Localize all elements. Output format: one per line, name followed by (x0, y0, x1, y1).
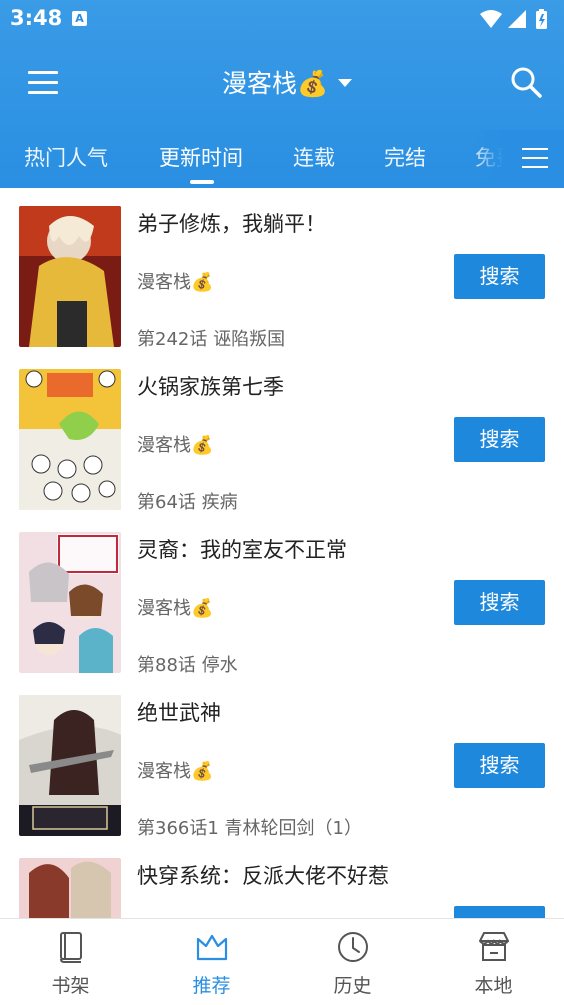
notification-icon: A (72, 11, 87, 26)
nav-bookshelf[interactable]: 书架 (0, 919, 141, 1005)
comic-title: 绝世武神 (137, 701, 221, 725)
cover-image[interactable] (19, 858, 121, 918)
status-icons (480, 9, 547, 29)
tab-list-icon[interactable] (522, 144, 550, 172)
nav-label: 本地 (474, 975, 513, 997)
tab-completed[interactable]: 完结 (384, 142, 426, 172)
app-title: 漫客栈💰 (222, 69, 329, 98)
nav-history[interactable]: 历史 (282, 919, 423, 1005)
app-bar: 3:48 A 漫客栈💰 热门人气 更新时间 连载 完结 免费 (0, 0, 564, 188)
cover-image[interactable] (19, 369, 121, 510)
comic-list: 弟子修炼，我躺平！ 漫客栈💰 第242话 诬陷叛国 搜索 火锅家族第七季 漫客栈 (0, 188, 564, 918)
category-tabs: 热门人气 更新时间 连载 完结 免费 (0, 130, 564, 188)
cover-image[interactable] (19, 532, 121, 673)
latest-chapter: 第366话1 青林轮回剑（1） (137, 818, 362, 839)
nav-label: 历史 (333, 975, 372, 997)
toolbar: 漫客栈💰 (0, 50, 564, 114)
comic-title: 灵裔：我的室友不正常 (137, 538, 347, 562)
book-icon (60, 932, 82, 963)
dropdown-arrow-icon (338, 79, 353, 87)
clock-icon (338, 932, 368, 962)
comic-title: 火锅家族第七季 (137, 375, 284, 399)
signal-icon (508, 10, 526, 28)
tab-serializing[interactable]: 连载 (293, 142, 335, 172)
list-item[interactable]: 绝世武神 漫客栈💰 第366话1 青林轮回剑（1） 搜索 (0, 677, 564, 840)
cover-image[interactable] (19, 695, 121, 836)
search-icon[interactable] (506, 62, 546, 102)
comic-source: 漫客栈💰 (137, 598, 214, 619)
nav-label: 书架 (51, 975, 90, 997)
store-icon (479, 932, 509, 961)
comic-source: 漫客栈💰 (137, 272, 214, 293)
menu-icon[interactable] (24, 62, 64, 102)
search-button[interactable]: 搜索 (454, 417, 545, 462)
search-button[interactable]: 搜索 (454, 743, 545, 788)
comic-title: 快穿系统：反派大佬不好惹 (137, 864, 389, 888)
list-item[interactable]: 灵裔：我的室友不正常 漫客栈💰 第88话 停水 搜索 (0, 514, 564, 677)
tab-update-time[interactable]: 更新时间 (159, 142, 243, 172)
status-time: 3:48 (10, 6, 63, 30)
search-button[interactable]: 搜索 (454, 580, 545, 625)
search-button[interactable]: 搜索 (454, 906, 545, 918)
comic-source: 漫客栈💰 (137, 761, 214, 782)
nav-label: 推荐 (192, 975, 231, 997)
list-item[interactable]: 快穿系统：反派大佬不好惹 搜索 (0, 840, 564, 918)
tab-hot[interactable]: 热门人气 (24, 142, 108, 172)
tab-indicator (190, 180, 214, 184)
latest-chapter: 第64话 疾病 (137, 492, 238, 513)
comic-title: 弟子修炼，我躺平！ (137, 212, 326, 236)
crown-icon (196, 934, 228, 961)
comic-source: 漫客栈💰 (137, 435, 214, 456)
nav-recommend[interactable]: 推荐 (141, 919, 282, 1005)
nav-local[interactable]: 本地 (423, 919, 564, 1005)
bottom-navigation: 书架 推荐 历史 本地 (0, 918, 564, 1005)
latest-chapter: 第88话 停水 (137, 655, 238, 676)
list-item[interactable]: 火锅家族第七季 漫客栈💰 第64话 疾病 搜索 (0, 351, 564, 514)
wifi-icon (480, 10, 502, 28)
source-selector[interactable]: 漫客栈💰 (222, 62, 353, 102)
list-item[interactable]: 弟子修炼，我躺平！ 漫客栈💰 第242话 诬陷叛国 搜索 (0, 188, 564, 351)
status-bar: 3:48 A (0, 0, 564, 38)
search-button[interactable]: 搜索 (454, 254, 545, 299)
cover-image[interactable] (19, 206, 121, 347)
latest-chapter: 第242话 诬陷叛国 (137, 329, 286, 350)
